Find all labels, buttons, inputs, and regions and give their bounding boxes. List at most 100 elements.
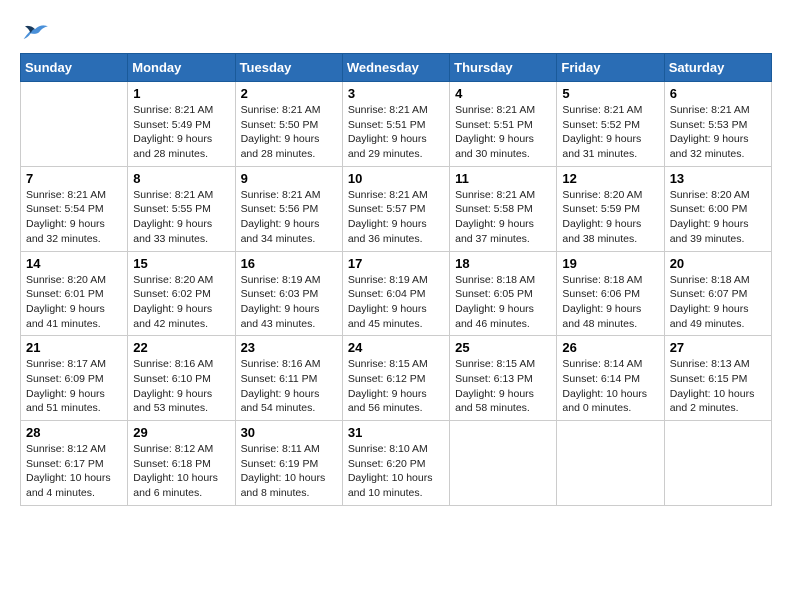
day-info: Sunrise: 8:18 AMSunset: 6:05 PMDaylight:… [455, 273, 551, 332]
day-info: Sunrise: 8:21 AMSunset: 5:58 PMDaylight:… [455, 188, 551, 247]
calendar-cell: 21 Sunrise: 8:17 AMSunset: 6:09 PMDayligh… [21, 336, 128, 421]
calendar-cell: 4 Sunrise: 8:21 AMSunset: 5:51 PMDaylight… [450, 82, 557, 167]
week-row-5: 28 Sunrise: 8:12 AMSunset: 6:17 PMDayligh… [21, 421, 772, 506]
day-info: Sunrise: 8:12 AMSunset: 6:18 PMDaylight:… [133, 442, 229, 501]
calendar-cell: 18 Sunrise: 8:18 AMSunset: 6:05 PMDayligh… [450, 251, 557, 336]
calendar-cell: 8Sunrise: 8:21 AMSunset: 5:55 PMDaylight… [128, 166, 235, 251]
day-info: Sunrise: 8:21 AMSunset: 5:50 PMDaylight:… [241, 103, 337, 162]
weekday-header-friday: Friday [557, 54, 664, 82]
day-number: 17 [348, 256, 444, 271]
week-row-2: 7Sunrise: 8:21 AMSunset: 5:54 PMDaylight… [21, 166, 772, 251]
calendar-cell [450, 421, 557, 506]
calendar-cell: 2 Sunrise: 8:21 AMSunset: 5:50 PMDaylight… [235, 82, 342, 167]
day-number: 10 [348, 171, 444, 186]
calendar-cell: 7Sunrise: 8:21 AMSunset: 5:54 PMDaylight… [21, 166, 128, 251]
day-info: Sunrise: 8:21 AMSunset: 5:49 PMDaylight:… [133, 103, 229, 162]
day-number: 6 [670, 86, 766, 101]
day-info: Sunrise: 8:16 AMSunset: 6:10 PMDaylight:… [133, 357, 229, 416]
calendar-cell [557, 421, 664, 506]
day-info: Sunrise: 8:12 AMSunset: 6:17 PMDaylight:… [26, 442, 122, 501]
calendar-cell: 10 Sunrise: 8:21 AMSunset: 5:57 PMDayligh… [342, 166, 449, 251]
day-info: Sunrise: 8:19 AMSunset: 6:04 PMDaylight:… [348, 273, 444, 332]
calendar-cell: 5 Sunrise: 8:21 AMSunset: 5:52 PMDaylight… [557, 82, 664, 167]
day-number: 24 [348, 340, 444, 355]
day-number: 25 [455, 340, 551, 355]
day-number: 28 [26, 425, 122, 440]
calendar-cell [21, 82, 128, 167]
day-number: 5 [562, 86, 658, 101]
day-info: Sunrise: 8:18 AMSunset: 6:06 PMDaylight:… [562, 273, 658, 332]
day-number: 26 [562, 340, 658, 355]
page-header [20, 20, 772, 43]
calendar-cell: 30Sunrise: 8:11 AMSunset: 6:19 PMDayligh… [235, 421, 342, 506]
weekday-header-saturday: Saturday [664, 54, 771, 82]
day-info: Sunrise: 8:21 AMSunset: 5:56 PMDaylight:… [241, 188, 337, 247]
day-info: Sunrise: 8:21 AMSunset: 5:52 PMDaylight:… [562, 103, 658, 162]
day-number: 31 [348, 425, 444, 440]
day-number: 21 [26, 340, 122, 355]
calendar-cell: 22 Sunrise: 8:16 AMSunset: 6:10 PMDayligh… [128, 336, 235, 421]
calendar-cell: 28 Sunrise: 8:12 AMSunset: 6:17 PMDayligh… [21, 421, 128, 506]
calendar-cell: 15 Sunrise: 8:20 AMSunset: 6:02 PMDayligh… [128, 251, 235, 336]
weekday-header-wednesday: Wednesday [342, 54, 449, 82]
calendar-cell: 9 Sunrise: 8:21 AMSunset: 5:56 PMDaylight… [235, 166, 342, 251]
day-number: 23 [241, 340, 337, 355]
calendar-cell: 3 Sunrise: 8:21 AMSunset: 5:51 PMDaylight… [342, 82, 449, 167]
day-number: 4 [455, 86, 551, 101]
day-number: 16 [241, 256, 337, 271]
week-row-1: 1 Sunrise: 8:21 AMSunset: 5:49 PMDaylight… [21, 82, 772, 167]
weekday-header-sunday: Sunday [21, 54, 128, 82]
day-info: Sunrise: 8:21 AMSunset: 5:54 PMDaylight:… [26, 188, 122, 247]
calendar-cell: 26 Sunrise: 8:14 AMSunset: 6:14 PMDayligh… [557, 336, 664, 421]
day-info: Sunrise: 8:21 AMSunset: 5:55 PMDaylight:… [133, 188, 229, 247]
day-info: Sunrise: 8:10 AMSunset: 6:20 PMDaylight:… [348, 442, 444, 501]
calendar-cell: 25 Sunrise: 8:15 AMSunset: 6:13 PMDayligh… [450, 336, 557, 421]
day-info: Sunrise: 8:20 AMSunset: 6:00 PMDaylight:… [670, 188, 766, 247]
day-info: Sunrise: 8:13 AMSunset: 6:15 PMDaylight:… [670, 357, 766, 416]
day-info: Sunrise: 8:19 AMSunset: 6:03 PMDaylight:… [241, 273, 337, 332]
day-number: 19 [562, 256, 658, 271]
week-row-3: 14Sunrise: 8:20 AMSunset: 6:01 PMDayligh… [21, 251, 772, 336]
calendar-cell: 29Sunrise: 8:12 AMSunset: 6:18 PMDayligh… [128, 421, 235, 506]
day-number: 15 [133, 256, 229, 271]
calendar-cell: 16 Sunrise: 8:19 AMSunset: 6:03 PMDayligh… [235, 251, 342, 336]
day-info: Sunrise: 8:15 AMSunset: 6:12 PMDaylight:… [348, 357, 444, 416]
day-info: Sunrise: 8:14 AMSunset: 6:14 PMDaylight:… [562, 357, 658, 416]
calendar-cell: 24 Sunrise: 8:15 AMSunset: 6:12 PMDayligh… [342, 336, 449, 421]
day-number: 1 [133, 86, 229, 101]
weekday-header-monday: Monday [128, 54, 235, 82]
day-info: Sunrise: 8:20 AMSunset: 6:02 PMDaylight:… [133, 273, 229, 332]
day-info: Sunrise: 8:21 AMSunset: 5:51 PMDaylight:… [455, 103, 551, 162]
calendar-cell: 31 Sunrise: 8:10 AMSunset: 6:20 PMDayligh… [342, 421, 449, 506]
calendar-cell: 12 Sunrise: 8:20 AMSunset: 5:59 PMDayligh… [557, 166, 664, 251]
calendar-table: SundayMondayTuesdayWednesdayThursdayFrid… [20, 53, 772, 506]
day-info: Sunrise: 8:21 AMSunset: 5:57 PMDaylight:… [348, 188, 444, 247]
calendar-cell: 13Sunrise: 8:20 AMSunset: 6:00 PMDayligh… [664, 166, 771, 251]
calendar-cell: 27Sunrise: 8:13 AMSunset: 6:15 PMDayligh… [664, 336, 771, 421]
calendar-cell: 20Sunrise: 8:18 AMSunset: 6:07 PMDayligh… [664, 251, 771, 336]
day-number: 2 [241, 86, 337, 101]
day-info: Sunrise: 8:20 AMSunset: 5:59 PMDaylight:… [562, 188, 658, 247]
day-info: Sunrise: 8:15 AMSunset: 6:13 PMDaylight:… [455, 357, 551, 416]
calendar-cell: 6 Sunrise: 8:21 AMSunset: 5:53 PMDaylight… [664, 82, 771, 167]
logo-bird-icon [20, 22, 50, 42]
day-info: Sunrise: 8:21 AMSunset: 5:51 PMDaylight:… [348, 103, 444, 162]
day-number: 30 [241, 425, 337, 440]
calendar-cell: 1 Sunrise: 8:21 AMSunset: 5:49 PMDaylight… [128, 82, 235, 167]
calendar-cell: 17 Sunrise: 8:19 AMSunset: 6:04 PMDayligh… [342, 251, 449, 336]
day-info: Sunrise: 8:16 AMSunset: 6:11 PMDaylight:… [241, 357, 337, 416]
day-number: 9 [241, 171, 337, 186]
calendar-cell: 23 Sunrise: 8:16 AMSunset: 6:11 PMDayligh… [235, 336, 342, 421]
calendar-cell: 19 Sunrise: 8:18 AMSunset: 6:06 PMDayligh… [557, 251, 664, 336]
day-number: 12 [562, 171, 658, 186]
day-number: 3 [348, 86, 444, 101]
day-info: Sunrise: 8:18 AMSunset: 6:07 PMDaylight:… [670, 273, 766, 332]
day-info: Sunrise: 8:17 AMSunset: 6:09 PMDaylight:… [26, 357, 122, 416]
day-number: 18 [455, 256, 551, 271]
day-number: 22 [133, 340, 229, 355]
calendar-cell [664, 421, 771, 506]
day-info: Sunrise: 8:21 AMSunset: 5:53 PMDaylight:… [670, 103, 766, 162]
day-number: 14 [26, 256, 122, 271]
week-row-4: 21 Sunrise: 8:17 AMSunset: 6:09 PMDayligh… [21, 336, 772, 421]
weekday-header-thursday: Thursday [450, 54, 557, 82]
